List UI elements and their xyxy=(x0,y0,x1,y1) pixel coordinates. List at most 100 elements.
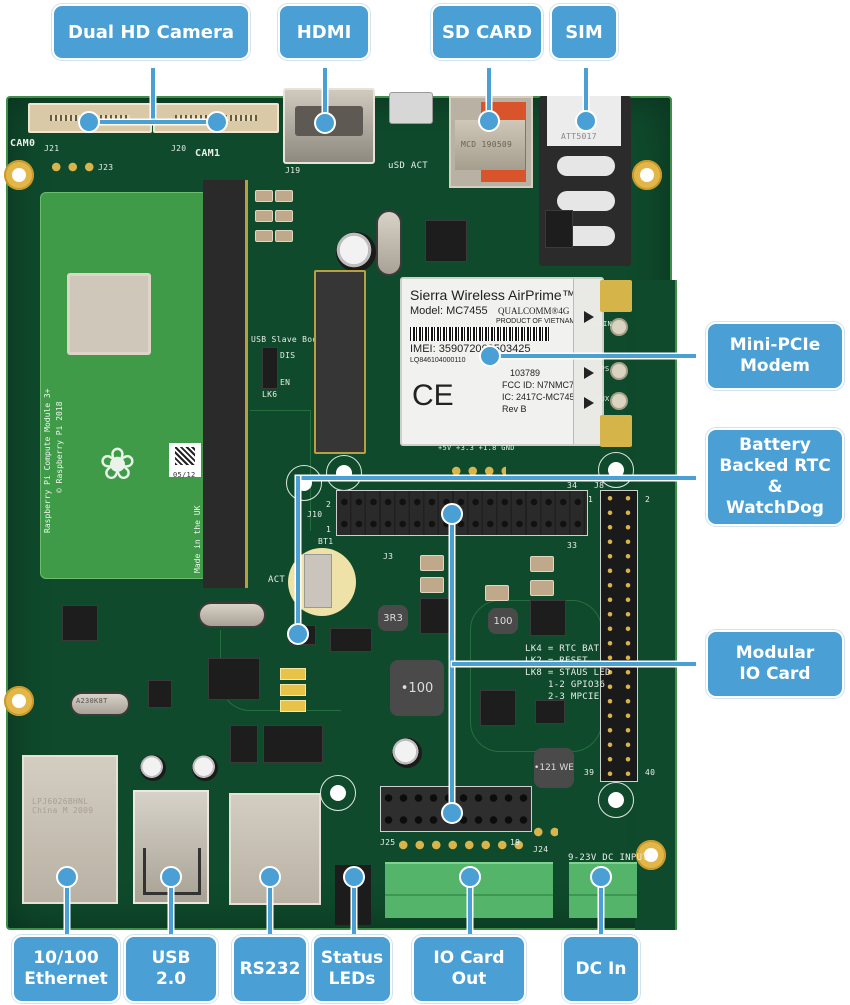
modem-model: Model: MC7455 xyxy=(410,305,488,317)
label-rs232: RS232 xyxy=(232,935,308,1003)
label-line: LEDs xyxy=(328,969,376,989)
label-line: IO Card xyxy=(433,948,505,968)
callout-dot-cam0 xyxy=(78,111,100,133)
label-modular-io-card: Modular IO Card xyxy=(706,630,844,698)
gpio-header-j8 xyxy=(600,490,638,782)
label-line: & WatchDog xyxy=(726,477,824,518)
solder-jumper xyxy=(280,668,306,680)
mounting-hole xyxy=(4,160,34,190)
rs232-transceiver xyxy=(230,725,258,763)
silk-en: EN xyxy=(280,378,291,387)
modem-rev: Rev B xyxy=(502,404,527,414)
so-dimm-socket xyxy=(203,180,248,588)
ic-chip xyxy=(425,220,467,262)
silk-usb-slave-boot: USB Slave Boot xyxy=(251,335,323,344)
label-rtc-watchdog: Battery Backed RTC & WatchDog xyxy=(706,428,844,526)
antenna-arrow-icon xyxy=(584,367,594,379)
silk-lk8-note: LK8 = STAUS LED xyxy=(525,668,611,678)
label-status-leds: Status LEDs xyxy=(312,935,392,1003)
ufl-connector-gps xyxy=(610,362,628,380)
label-ethernet: 10/100 Ethernet xyxy=(12,935,120,1003)
label-line: Mini-PCIe xyxy=(729,335,821,355)
label-sim: SIM xyxy=(550,4,618,60)
lte-modem-card: Sierra Wireless AirPrime™ Model: MC7455 … xyxy=(400,277,604,446)
regulator-chip xyxy=(480,690,516,726)
raspberry-pi-compute-module: ❀ 05/12 Raspberry Pi Compute Module 3+ ©… xyxy=(40,192,208,579)
ic-chip xyxy=(208,658,260,700)
callout-line-rtc xyxy=(298,476,696,480)
callout-line-modem xyxy=(490,354,696,358)
modem-barcode xyxy=(410,327,550,341)
jumper-j23 xyxy=(48,160,96,174)
capacitor xyxy=(420,555,444,571)
jumper-lk6 xyxy=(262,347,278,389)
silk-j10: J10 xyxy=(307,510,323,519)
silk-gps: GPS xyxy=(596,365,610,373)
rpi-module-name: Raspberry Pi Compute Module 3+ xyxy=(43,388,52,534)
capacitor xyxy=(255,190,273,202)
label-io-card-out: IO Card Out xyxy=(412,935,526,1003)
silk-j8-pin39: 39 xyxy=(584,768,595,777)
modem-serial: LQ846104000110 xyxy=(410,357,466,364)
ic-chip xyxy=(545,210,573,248)
mini-pcie-slot xyxy=(314,270,366,454)
solder-jumper xyxy=(280,700,306,712)
label-line: Out xyxy=(451,969,487,989)
inductor-100: 100 xyxy=(488,608,518,634)
silk-j8-pin2: 2 xyxy=(645,495,651,504)
ic-chip xyxy=(148,680,172,708)
label-line: Status xyxy=(320,948,384,968)
label-line: 10/100 xyxy=(33,948,99,968)
silk-j20: J20 xyxy=(171,144,187,153)
inductor-large: •100 xyxy=(390,660,444,716)
silk-lk6: LK6 xyxy=(262,390,278,399)
label-mini-pcie-modem: Mini-PCIe Modem xyxy=(706,322,844,390)
label-dual-hd-camera: Dual HD Camera xyxy=(52,4,250,60)
ce-mark: CE xyxy=(412,379,454,412)
rj45-marking: LPJ6026BHNL China M 2009 xyxy=(32,797,94,815)
label-sd-card: SD CARD xyxy=(431,4,543,60)
standoff-ring xyxy=(326,455,362,491)
solder-jumper xyxy=(280,684,306,696)
screw-pad xyxy=(600,280,632,312)
callout-dot-hdmi xyxy=(314,112,336,134)
electrolytic-capacitor xyxy=(192,755,218,781)
callout-dot-io-bottom xyxy=(441,802,463,824)
capacitor xyxy=(275,190,293,202)
capacitor xyxy=(275,210,293,222)
ufl-connector-aux xyxy=(610,392,628,410)
crystal-marking: A230K8T xyxy=(76,697,108,705)
ufl-connector-main xyxy=(610,318,628,336)
capacitor xyxy=(420,577,444,593)
ethernet-controller-chip xyxy=(62,605,98,641)
screw-pad xyxy=(600,415,632,447)
modem-code: 103789 xyxy=(510,368,541,378)
sim-holder-slot xyxy=(557,191,615,211)
silk-pin-2: 2 xyxy=(326,500,332,509)
silk-pin-19: 19 xyxy=(510,838,521,847)
pcb-board-right-edge xyxy=(635,280,677,930)
modem-ic: IC: 2417C-MC7455 xyxy=(502,392,580,402)
callout-dot-rtc xyxy=(287,623,309,645)
electrolytic-capacitor xyxy=(392,738,422,768)
capacitor xyxy=(275,230,293,242)
label-line: Ethernet xyxy=(24,969,108,989)
capacitor xyxy=(255,210,273,222)
silk-pin-34: 34 xyxy=(567,481,578,490)
silk-j25: J25 xyxy=(380,838,396,847)
silk-pin-1: 1 xyxy=(326,525,332,534)
callout-dot-io-top xyxy=(441,503,463,525)
callout-line-camera xyxy=(151,68,155,122)
callout-dot-leds xyxy=(343,866,365,888)
silk-aux: AUX xyxy=(596,395,610,403)
modem-qualcomm: QUALCOMM®4G xyxy=(498,306,570,316)
board-diagram: CAM0 J21 J20 CAM1 J23 J19 uSD ACT MCD 19… xyxy=(0,0,850,1005)
standoff-ring xyxy=(320,775,356,811)
sim-marking: ATT5017 xyxy=(561,132,597,141)
callout-dot-usb xyxy=(160,866,182,888)
silk-main: MAIN xyxy=(594,320,613,328)
callout-dot-sim xyxy=(575,110,597,132)
silk-cam1: CAM1 xyxy=(195,148,221,159)
silk-lk8-option-2: 2-3 MPCIE xyxy=(548,692,600,702)
qr-code-text: 05/12 xyxy=(173,471,196,479)
